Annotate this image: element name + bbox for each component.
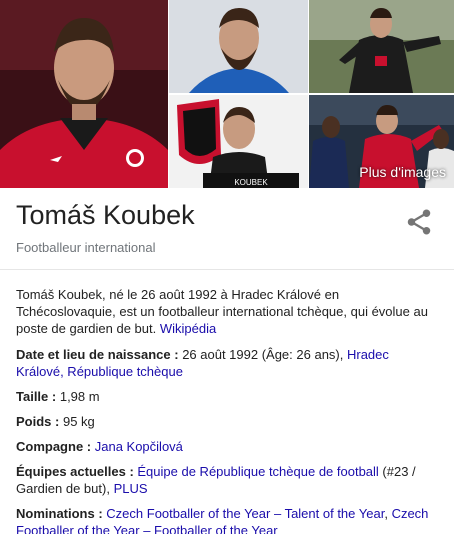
fact-nominations-sep: :	[94, 506, 107, 521]
fact-height: Taille : 1,98 m	[16, 388, 436, 405]
fact-birth: Date et lieu de naissance : 26 août 1992…	[16, 346, 436, 380]
facts-list: Date et lieu de naissance : 26 août 1992…	[16, 346, 436, 534]
share-button[interactable]	[404, 207, 434, 237]
knowledge-panel: KOUBEK Plus d'images Tomáš Koubek Footba…	[0, 0, 454, 534]
divider	[0, 269, 454, 270]
fact-teams-label[interactable]: Équipes actuelles	[16, 464, 126, 479]
more-images-label[interactable]: Plus d'images	[359, 164, 446, 180]
fact-height-label[interactable]: Taille	[16, 389, 48, 404]
fact-height-value: 1,98 m	[59, 389, 100, 404]
fact-birth-value: 26 août 1992 (Âge: 26 ans),	[182, 347, 347, 362]
fact-partner-sep: :	[83, 439, 95, 454]
fact-weight-value: 95 kg	[62, 414, 95, 429]
entity-title: Tomáš Koubek	[16, 200, 195, 230]
entity-subtitle: Footballeur international	[16, 240, 156, 255]
jersey-name-text: KOUBEK	[234, 178, 268, 187]
teams-more-link[interactable]: PLUS	[114, 481, 148, 496]
photo-goalkeeper[interactable]	[309, 0, 454, 93]
fact-birth-label[interactable]: Date et lieu de naissance	[16, 347, 171, 362]
fact-teams-sep: :	[125, 464, 138, 479]
fact-weight-sep: :	[51, 414, 63, 429]
fact-nominations-sep2: ,	[384, 506, 392, 521]
nomination-talent-link[interactable]: Czech Footballer of the Year – Talent of…	[106, 506, 384, 521]
fact-height-sep: :	[48, 389, 60, 404]
main-photo[interactable]	[0, 0, 168, 188]
fact-weight-label[interactable]: Poids	[16, 414, 51, 429]
fact-birth-sep: :	[170, 347, 183, 362]
share-icon	[407, 209, 431, 235]
image-mosaic: KOUBEK Plus d'images	[0, 0, 454, 188]
partner-link[interactable]: Jana Kopčilová	[95, 439, 183, 454]
fact-weight: Poids : 95 kg	[16, 413, 436, 430]
fact-teams: Équipes actuelles : Équipe de République…	[16, 463, 436, 497]
fact-nominations: Nominations : Czech Footballer of the Ye…	[16, 505, 436, 534]
description-text: Tomáš Koubek, né le 26 août 1992 à Hrade…	[16, 287, 428, 336]
wikipedia-link[interactable]: Wikipédia	[160, 321, 216, 336]
photo-match[interactable]: Plus d'images	[309, 95, 454, 188]
photo-jersey-presentation[interactable]: KOUBEK	[169, 95, 308, 188]
fact-nominations-label[interactable]: Nominations	[16, 506, 95, 521]
fact-partner: Compagne : Jana Kopčilová	[16, 438, 436, 455]
description: Tomáš Koubek, né le 26 août 1992 à Hrade…	[16, 286, 436, 337]
national-team-link[interactable]: Équipe de République tchèque de football	[137, 464, 378, 479]
photo-blue-jacket[interactable]	[169, 0, 308, 93]
fact-partner-label[interactable]: Compagne	[16, 439, 83, 454]
